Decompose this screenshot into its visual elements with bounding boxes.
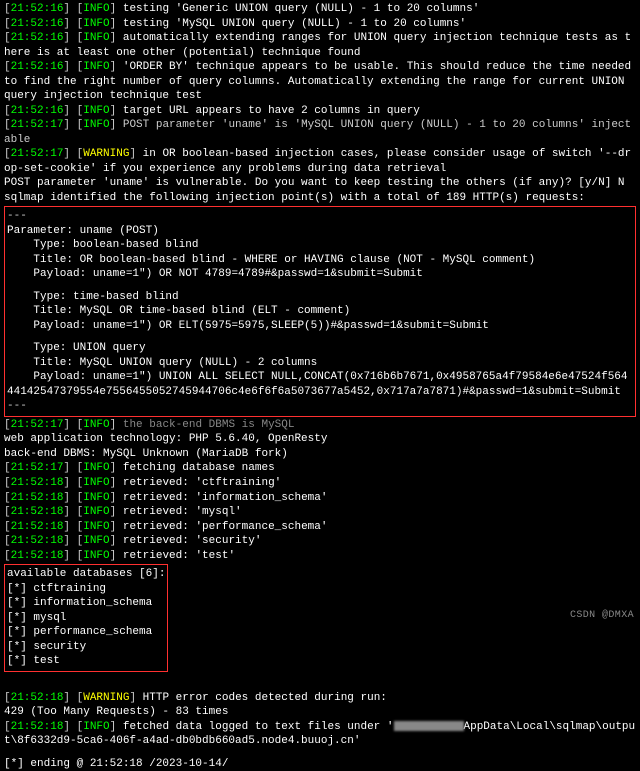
- http-warn: [21:52:18] [WARNING] HTTP error codes de…: [4, 691, 636, 706]
- injection-sep-end: ---: [7, 399, 633, 414]
- retrieved-line: [21:52:18] [INFO] retrieved: 'performanc…: [4, 520, 636, 535]
- ident-line: sqlmap identified the following injectio…: [4, 191, 636, 206]
- retrieved-line: [21:52:18] [INFO] retrieved: 'security': [4, 534, 636, 549]
- db-row: [*] test: [7, 654, 165, 669]
- store-line: [21:52:18] [INFO] fetched data logged to…: [4, 720, 636, 749]
- inj-type: Type: UNION query: [7, 341, 633, 356]
- retrieved-line: [21:52:18] [INFO] retrieved: 'informatio…: [4, 491, 636, 506]
- db-row: [*] security: [7, 640, 165, 655]
- tech-line: web application technology: PHP 5.6.40, …: [4, 432, 636, 447]
- injection-param: Parameter: uname (POST): [7, 224, 633, 239]
- log-line: [21:52:17] [INFO] POST parameter 'uname'…: [4, 118, 636, 147]
- log-line: [21:52:17] [WARNING] in OR boolean-based…: [4, 147, 636, 176]
- redacted-path: xxxxx: [394, 721, 464, 731]
- log-line: [21:52:16] [INFO] testing 'Generic UNION…: [4, 2, 636, 17]
- inj-type: Type: boolean-based blind: [7, 238, 633, 253]
- db-row: [*] mysql: [7, 611, 165, 626]
- log-line: [21:52:16] [INFO] 'ORDER BY' technique a…: [4, 60, 636, 104]
- inj-title: Title: OR boolean-based blind - WHERE or…: [7, 253, 633, 268]
- inj-payload: Payload: uname=1") OR NOT 4789=4789#&pas…: [7, 267, 633, 282]
- log-line: [21:52:16] [INFO] testing 'MySQL UNION q…: [4, 17, 636, 32]
- dbms-line: [21:52:17] [INFO] the back-end DBMS is M…: [4, 418, 636, 433]
- inj-title: Title: MySQL UNION query (NULL) - 2 colu…: [7, 356, 633, 371]
- watermark: CSDN @DMXA: [570, 609, 634, 622]
- inj-payload: Payload: uname=1") UNION ALL SELECT NULL…: [7, 370, 633, 399]
- fetch-line: [21:52:17] [INFO] fetching database name…: [4, 461, 636, 476]
- injection-sep: ---: [7, 209, 633, 224]
- db-row: [*] information_schema: [7, 596, 165, 611]
- http-codes: 429 (Too Many Requests) - 83 times: [4, 705, 636, 720]
- inj-payload: Payload: uname=1") OR ELT(5975=5975,SLEE…: [7, 319, 633, 334]
- inj-type: Type: time-based blind: [7, 290, 633, 305]
- retrieved-line: [21:52:18] [INFO] retrieved: 'mysql': [4, 505, 636, 520]
- retrieved-line: [21:52:18] [INFO] retrieved: 'ctftrainin…: [4, 476, 636, 491]
- db-header: available databases [6]:: [7, 567, 165, 582]
- log-line: [21:52:16] [INFO] target URL appears to …: [4, 104, 636, 119]
- db-row: [*] performance_schema: [7, 625, 165, 640]
- inj-title: Title: MySQL OR time-based blind (ELT - …: [7, 304, 633, 319]
- db-row: [*] ctftraining: [7, 582, 165, 597]
- injection-box: --- Parameter: uname (POST) Type: boolea…: [4, 206, 636, 417]
- ending-line: [*] ending @ 21:52:18 /2023-10-14/: [4, 757, 636, 771]
- log-line: [21:52:16] [INFO] automatically extendin…: [4, 31, 636, 60]
- vuln-prompt: POST parameter 'uname' is vulnerable. Do…: [4, 176, 636, 191]
- retrieved-line: [21:52:18] [INFO] retrieved: 'test': [4, 549, 636, 564]
- databases-box: available databases [6]: [*] ctftraining…: [4, 564, 168, 672]
- backend-line: back-end DBMS: MySQL Unknown (MariaDB fo…: [4, 447, 636, 462]
